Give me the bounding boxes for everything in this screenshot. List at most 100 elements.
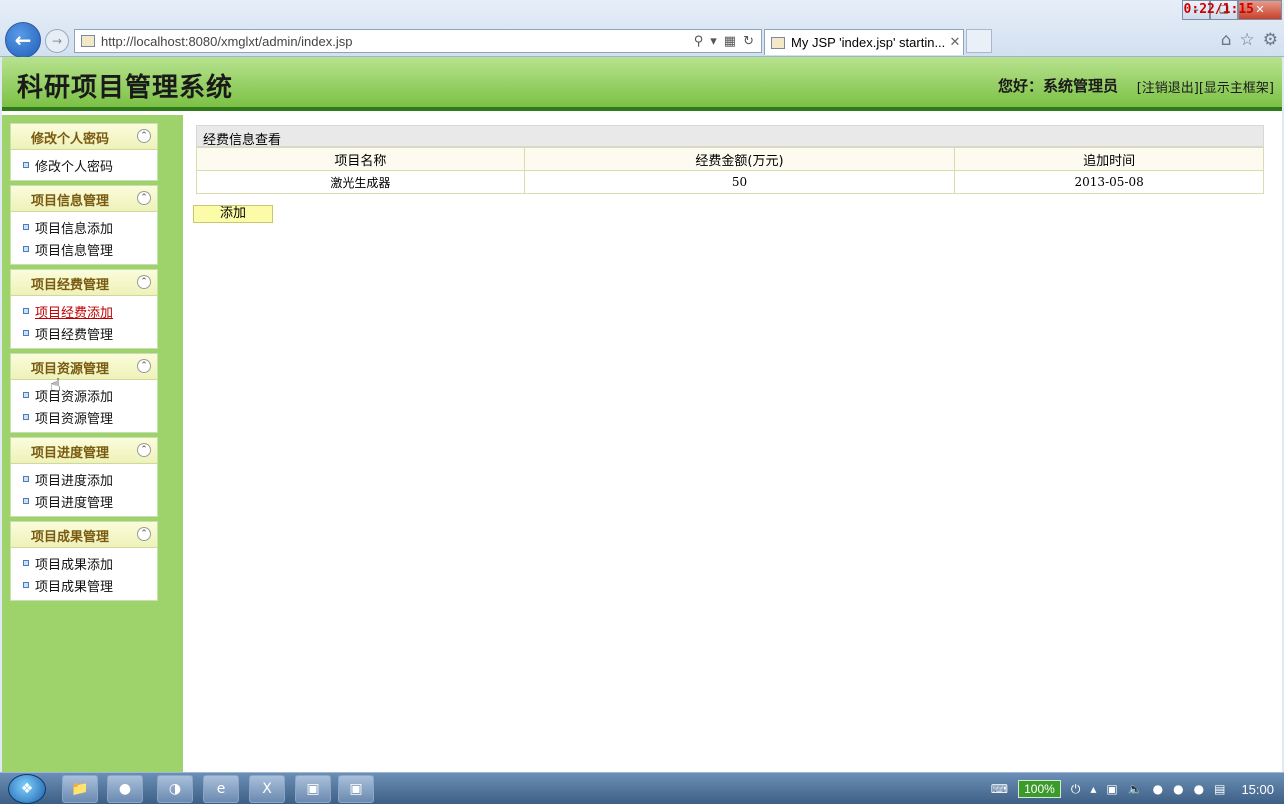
bullet-icon: [23, 582, 29, 588]
menu-item-project-info-manage[interactable]: 项目信息管理: [11, 238, 157, 260]
menu-item-progress-add[interactable]: 项目进度添加: [11, 468, 157, 490]
menu-group-header[interactable]: 项目进度管理 ⌃: [11, 438, 157, 464]
ie-taskbar-button[interactable]: e: [203, 775, 239, 803]
ie-icon: e: [216, 781, 226, 797]
speaker-icon[interactable]: 🔈: [1128, 782, 1143, 796]
folder-icon: 📁: [71, 781, 89, 797]
collapse-icon[interactable]: ⌃: [137, 191, 151, 205]
bullet-icon: [23, 392, 29, 398]
add-button[interactable]: 添加: [193, 205, 273, 223]
favorites-star-icon[interactable]: ☆: [1240, 30, 1255, 50]
app2-taskbar-button[interactable]: ▣: [338, 775, 374, 803]
welcome-text: 您好：系统管理员: [997, 77, 1118, 95]
menu-item-resources-add[interactable]: 项目资源添加: [11, 384, 157, 406]
battery-indicator[interactable]: 100%: [1018, 780, 1061, 798]
windows-logo-icon: ❖: [20, 781, 34, 797]
menu-item-label: 项目成果添加: [35, 557, 114, 573]
explorer-taskbar-button[interactable]: 📁: [62, 775, 98, 803]
search-icon[interactable]: ⚲: [694, 34, 704, 49]
firefox-taskbar-button[interactable]: ●: [107, 775, 143, 803]
tab-page-icon: [771, 36, 785, 49]
tab-close-icon[interactable]: ✕: [947, 35, 963, 50]
menu-group-project-info: 项目信息管理 ⌃ 项目信息添加 项目信息管理: [10, 185, 158, 265]
app-icon: ▣: [306, 781, 320, 797]
bullet-icon: [23, 162, 29, 168]
home-icon[interactable]: ⌂: [1221, 30, 1232, 50]
bullet-icon: [23, 308, 29, 314]
system-tray: ⌨ 100% ⏻ ▴ ▣ 🔈 ● ● ● ▤ 15:00: [991, 773, 1284, 804]
menu-item-funding-add[interactable]: 项目经费添加: [11, 300, 157, 322]
menu-group-progress: 项目进度管理 ⌃ 项目进度添加 项目进度管理: [10, 437, 158, 517]
forward-arrow-icon: →: [51, 34, 63, 48]
menu-item-label: 项目进度管理: [35, 495, 114, 511]
menu-item-label: 项目经费添加: [35, 305, 114, 321]
menu-group-header[interactable]: 项目信息管理 ⌃: [11, 186, 157, 212]
network-icon[interactable]: ▣: [1106, 782, 1117, 796]
menu-item-results-add[interactable]: 项目成果添加: [11, 552, 157, 574]
menu-item-progress-manage[interactable]: 项目进度管理: [11, 490, 157, 512]
menu-item-project-info-add[interactable]: 项目信息添加: [11, 216, 157, 238]
menu-group-header[interactable]: 项目资源管理 ⌃: [11, 354, 157, 380]
table-row: 激光生成器 50 2013-05-08: [196, 170, 1264, 194]
menu-group-title: 项目信息管理: [30, 194, 109, 209]
browser-chrome: ← → http://localhost:8080/xmglxt/admin/i…: [0, 0, 1284, 58]
keyboard-icon[interactable]: ⌨: [991, 782, 1008, 796]
qq-icon[interactable]: ●: [1194, 782, 1204, 796]
taskbar: ❖ 📁 ● ◑ e X ▣ ▣ ⌨ 100% ⏻ ▴ ▣ 🔈 ● ● ● ▤ 1…: [0, 772, 1284, 804]
main-content: 经费信息查看 项目名称 经费金额(万元) 追加时间 激光生成器 50 2013-…: [183, 115, 1282, 772]
menu-group-header[interactable]: 项目成果管理 ⌃: [11, 522, 157, 548]
logout-link[interactable]: [注销退出]: [1137, 81, 1199, 96]
browser-tab[interactable]: My JSP 'index.jsp' startin... ✕: [764, 29, 964, 55]
menu-item-label: 项目信息管理: [35, 243, 114, 259]
column-header: 经费金额(万元): [523, 147, 956, 171]
menu-item-results-manage[interactable]: 项目成果管理: [11, 574, 157, 596]
menu-group-header[interactable]: 修改个人密码 ⌃: [11, 124, 157, 150]
collapse-icon[interactable]: ⌃: [137, 527, 151, 541]
eclipse-taskbar-button[interactable]: ◑: [157, 775, 193, 803]
menu-group-header[interactable]: 项目经费管理 ⌃: [11, 270, 157, 296]
column-header: 项目名称: [196, 147, 525, 171]
cell-project-name: 激光生成器: [196, 170, 525, 194]
collapse-icon[interactable]: ⌃: [137, 129, 151, 143]
table-header-row: 项目名称 经费金额(万元) 追加时间: [196, 147, 1264, 171]
show-hidden-icons-icon[interactable]: ▴: [1090, 782, 1096, 796]
signal-icon[interactable]: ▤: [1214, 782, 1225, 796]
firefox-icon: ●: [118, 781, 132, 797]
page-area: 科研项目管理系统 您好：系统管理员 [注销退出][显示主框架] 修改个人密码 ⌃…: [2, 57, 1282, 772]
collapse-icon[interactable]: ⌃: [137, 275, 151, 289]
collapse-icon[interactable]: ⌃: [137, 443, 151, 457]
back-button[interactable]: ←: [5, 22, 41, 58]
menu-item-label: 项目经费管理: [35, 327, 114, 343]
bullet-icon: [23, 224, 29, 230]
gear-icon[interactable]: ⚙: [1263, 30, 1278, 50]
hand-cursor-icon: ☝: [50, 375, 61, 396]
qq-icon[interactable]: ●: [1153, 782, 1163, 796]
menu-item-funding-manage[interactable]: 项目经费管理: [11, 322, 157, 344]
menu-item-change-password[interactable]: 修改个人密码: [11, 154, 157, 176]
menu-item-label: 项目成果管理: [35, 579, 114, 595]
cell-amount: 50: [523, 170, 956, 194]
show-frame-link[interactable]: [显示主框架]: [1199, 81, 1274, 96]
power-plug-icon[interactable]: ⏻: [1071, 782, 1081, 797]
new-tab-button[interactable]: [966, 29, 992, 53]
site-title: 科研项目管理系统: [17, 73, 234, 103]
address-bar[interactable]: http://localhost:8080/xmglxt/admin/index…: [74, 29, 762, 53]
qq-icon[interactable]: ●: [1173, 782, 1183, 796]
page-icon: [81, 35, 95, 47]
menu-item-label: 项目资源添加: [35, 389, 114, 405]
menu-group-funding: 项目经费管理 ⌃ 项目经费添加 项目经费管理: [10, 269, 158, 349]
excel-taskbar-button[interactable]: X: [249, 775, 285, 803]
forward-button[interactable]: →: [45, 29, 69, 53]
menu-item-label: 项目进度添加: [35, 473, 114, 489]
menu-item-resources-manage[interactable]: 项目资源管理: [11, 406, 157, 428]
dropdown-icon[interactable]: ▾: [710, 34, 717, 49]
start-button[interactable]: ❖: [8, 774, 46, 804]
refresh-icon[interactable]: ↻: [743, 34, 754, 49]
url-text[interactable]: http://localhost:8080/xmglxt/admin/index…: [101, 34, 694, 49]
clock[interactable]: 15:00: [1241, 782, 1274, 797]
app-taskbar-button[interactable]: ▣: [295, 775, 331, 803]
menu-group-title: 项目经费管理: [30, 278, 109, 293]
recording-timer: 0:22/1:15: [1183, 2, 1254, 17]
compat-view-icon[interactable]: ▦: [724, 34, 736, 49]
collapse-icon[interactable]: ⌃: [137, 359, 151, 373]
